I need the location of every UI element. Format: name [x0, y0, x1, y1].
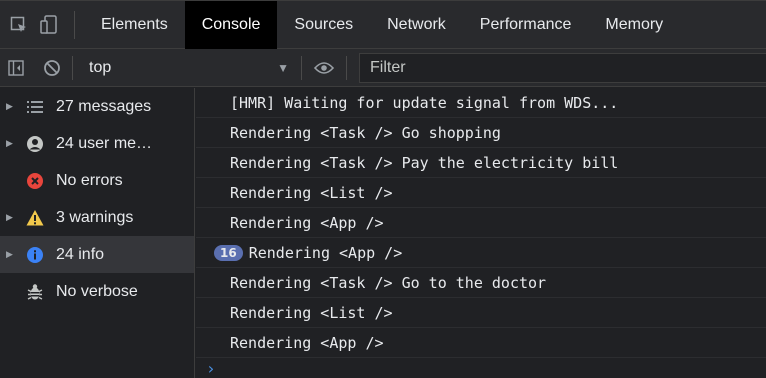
bug-icon [18, 273, 52, 310]
live-expression-eye-icon[interactable] [302, 49, 346, 87]
repeat-count-badge: 16 [214, 244, 243, 261]
console-message-text: Rendering <List /> [230, 303, 393, 322]
console-message-text: Rendering <Task /> Go to the doctor [230, 273, 547, 292]
warning-icon [18, 199, 52, 236]
sidebar-item-label: No errors [56, 171, 123, 189]
console-message: Rendering <List /> [196, 298, 766, 328]
console-message: Rendering <Task /> Go shopping [196, 118, 766, 148]
filter-placeholder: Filter [370, 58, 406, 76]
sidebar-item-label: No verbose [56, 282, 138, 300]
console-message-text: [HMR] Waiting for update signal from WDS… [230, 93, 619, 112]
console-message: Rendering <List /> [196, 178, 766, 208]
sidebar-item-warnings[interactable]: ▶ 3 warnings [0, 199, 194, 236]
console-sidebar: ▶ 27 messages ▶ 24 user me… No errors ▶ … [0, 88, 195, 378]
expand-triangle-icon[interactable]: ▶ [0, 249, 18, 260]
sidebar-item-errors[interactable]: No errors [0, 162, 194, 199]
inspect-element-icon[interactable] [6, 1, 32, 49]
console-message-text: Rendering <App /> [230, 213, 384, 232]
sidebar-item-label: 24 info [56, 245, 105, 263]
context-selector[interactable]: top ▼ [73, 49, 301, 87]
tab-sources[interactable]: Sources [277, 1, 370, 49]
console-output: [HMR] Waiting for update signal from WDS… [196, 88, 766, 378]
tab-performance[interactable]: Performance [463, 1, 589, 49]
tab-console[interactable]: Console [184, 0, 278, 49]
tab-elements[interactable]: Elements [84, 1, 185, 49]
tab-network[interactable]: Network [370, 1, 463, 49]
toolbar-divider [346, 55, 347, 80]
sidebar-item-label: 24 user me… [56, 134, 153, 152]
expand-triangle-icon[interactable]: ▶ [0, 101, 18, 112]
sidebar-item-info[interactable]: ▶ 24 info [0, 236, 194, 273]
console-message: Rendering <Task /> Pay the electricity b… [196, 148, 766, 178]
context-selector-value: top [89, 58, 112, 76]
user-icon [18, 125, 52, 162]
console-message: Rendering <App /> [196, 328, 766, 358]
console-message-repeated: 16 Rendering <App /> [196, 238, 766, 268]
console-message-text: Rendering <App /> [248, 243, 403, 262]
toggle-sidebar-icon[interactable] [0, 49, 32, 87]
sidebar-item-label: 3 warnings [56, 208, 134, 226]
sidebar-item-messages[interactable]: ▶ 27 messages [0, 88, 194, 125]
list-icon [18, 88, 52, 125]
error-icon [18, 162, 52, 199]
console-message-text: Rendering <List /> [230, 183, 393, 202]
console-message-text: Rendering <Task /> Go shopping [230, 123, 501, 142]
filter-input[interactable]: Filter [359, 52, 766, 83]
tab-bar: Elements Console Sources Network Perform… [0, 0, 766, 49]
info-icon [18, 236, 52, 273]
console-message-text: Rendering <App /> [230, 333, 384, 352]
console-prompt-input[interactable]: › [196, 358, 766, 378]
devtools-window: Elements Console Sources Network Perform… [0, 0, 766, 378]
expand-triangle-icon[interactable]: ▶ [0, 212, 18, 223]
console-message: Rendering <Task /> Go to the doctor [196, 268, 766, 298]
console-message-text: Rendering <Task /> Pay the electricity b… [230, 153, 619, 172]
sidebar-item-verbose[interactable]: No verbose [0, 273, 194, 310]
console-toolbar: top ▼ Filter [0, 49, 766, 87]
console-message: [HMR] Waiting for update signal from WDS… [196, 88, 766, 118]
device-toolbar-icon[interactable] [36, 1, 62, 49]
sidebar-item-label: 27 messages [56, 97, 152, 115]
clear-console-icon[interactable] [32, 49, 72, 87]
sidebar-item-user-messages[interactable]: ▶ 24 user me… [0, 125, 194, 162]
chevron-down-icon: ▼ [277, 60, 289, 75]
expand-triangle-icon[interactable]: ▶ [0, 138, 18, 149]
tab-memory[interactable]: Memory [588, 1, 667, 49]
tabbar-divider [74, 10, 75, 39]
console-message: Rendering <App /> [196, 208, 766, 238]
prompt-chevron-icon: › [206, 358, 216, 378]
